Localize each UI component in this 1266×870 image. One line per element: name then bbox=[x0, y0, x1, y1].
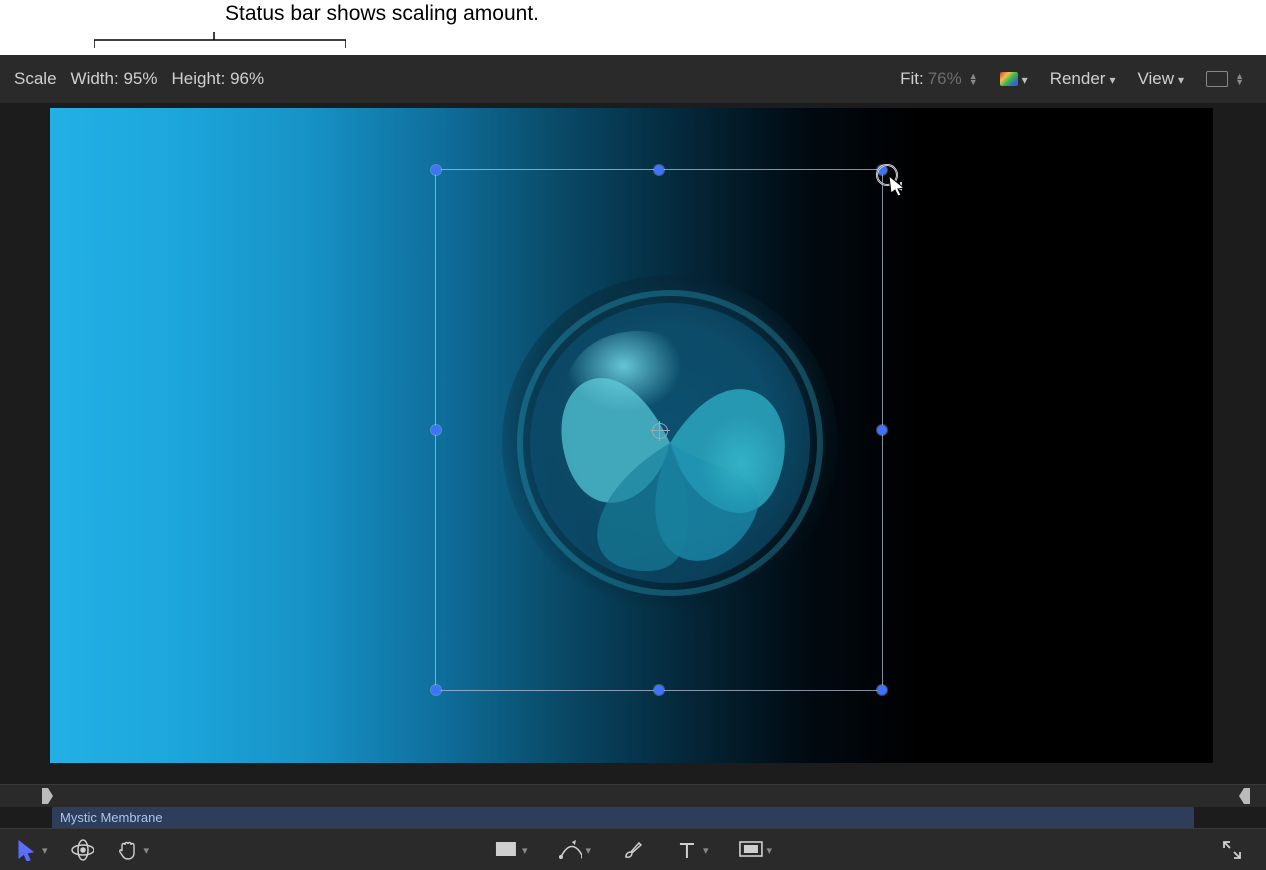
stepper-icon: ▲▼ bbox=[1235, 73, 1244, 85]
height-readout: Height: 96% bbox=[171, 69, 264, 89]
rainbow-swatch-icon bbox=[1000, 72, 1018, 86]
callout-bracket bbox=[94, 30, 346, 50]
callout-label: Status bar shows scaling amount. bbox=[225, 2, 539, 26]
canvas-area bbox=[0, 103, 1266, 785]
mask-tool[interactable]: ▾ bbox=[739, 838, 773, 862]
scale-cursor-icon bbox=[874, 162, 908, 196]
render-menu[interactable]: Render ▾ bbox=[1050, 69, 1116, 89]
expand-arrows-icon bbox=[1220, 838, 1244, 862]
resize-handle-ml[interactable] bbox=[431, 425, 441, 435]
paint-tool[interactable] bbox=[621, 838, 645, 862]
horizontal-scrollbar[interactable] bbox=[0, 784, 1266, 807]
width-label: Width: bbox=[71, 69, 119, 88]
play-range-start-marker[interactable] bbox=[40, 787, 54, 805]
tool-toolbar: ▾ ▾ ▾ bbox=[0, 828, 1266, 870]
selection-bounding-box[interactable] bbox=[435, 169, 883, 691]
fit-value: 76% bbox=[928, 69, 962, 89]
scale-label: Scale bbox=[14, 69, 57, 89]
view-layout-menu[interactable]: ▲▼ bbox=[1206, 71, 1244, 87]
chevron-down-icon: ▾ bbox=[144, 844, 150, 857]
3d-transform-tool[interactable] bbox=[70, 838, 94, 862]
rectangle-mask-icon bbox=[739, 838, 763, 862]
resize-handle-tm[interactable] bbox=[654, 165, 664, 175]
chevron-down-icon: ▾ bbox=[522, 844, 528, 857]
select-tool[interactable]: ▾ bbox=[14, 838, 48, 862]
brush-icon bbox=[621, 838, 645, 862]
height-value: 96% bbox=[230, 69, 264, 88]
chevron-down-icon: ▾ bbox=[1022, 73, 1028, 87]
view-menu[interactable]: View ▾ bbox=[1138, 69, 1185, 89]
canvas-viewer[interactable] bbox=[50, 108, 1213, 763]
resize-handle-mr[interactable] bbox=[877, 425, 887, 435]
layer-name: Mystic Membrane bbox=[60, 810, 163, 825]
orbit-3d-icon bbox=[70, 838, 94, 862]
chevron-down-icon: ▾ bbox=[1178, 73, 1184, 87]
resize-handle-bl[interactable] bbox=[431, 685, 441, 695]
scale-readout: Scale Width: 95% Height: 96% bbox=[0, 69, 264, 89]
mini-timeline: Mystic Membrane bbox=[0, 807, 1266, 829]
rect-frame-icon bbox=[1206, 71, 1228, 87]
pen-path-icon bbox=[557, 838, 581, 862]
hand-icon bbox=[116, 838, 140, 862]
width-value: 95% bbox=[123, 69, 157, 88]
chevron-down-icon: ▾ bbox=[767, 844, 773, 857]
anchor-point-icon[interactable] bbox=[652, 423, 668, 439]
chevron-down-icon: ▾ bbox=[703, 844, 709, 857]
rectangle-icon bbox=[494, 838, 518, 862]
fit-zoom-control[interactable]: Fit: 76% ▲▼ bbox=[900, 69, 978, 89]
view-label: View bbox=[1138, 69, 1175, 89]
color-channels-menu[interactable]: ▾ bbox=[1000, 72, 1028, 86]
chevron-down-icon: ▾ bbox=[585, 844, 591, 857]
text-tool[interactable]: ▾ bbox=[675, 838, 709, 862]
chevron-down-icon: ▾ bbox=[42, 844, 48, 857]
timeline-layer-chip[interactable]: Mystic Membrane bbox=[52, 807, 1194, 829]
status-toolbar: Scale Width: 95% Height: 96% Fit: 76% ▲▼… bbox=[0, 55, 1266, 104]
play-range-end-marker[interactable] bbox=[1238, 787, 1252, 805]
pan-tool[interactable]: ▾ bbox=[116, 838, 150, 862]
shape-tool[interactable]: ▾ bbox=[494, 838, 528, 862]
pen-tool[interactable]: ▾ bbox=[557, 838, 591, 862]
resize-handle-tl[interactable] bbox=[431, 165, 441, 175]
width-readout: Width: 95% bbox=[71, 69, 158, 89]
stepper-icon: ▲▼ bbox=[969, 73, 978, 85]
chevron-down-icon: ▾ bbox=[1109, 73, 1115, 87]
resize-handle-br[interactable] bbox=[877, 685, 887, 695]
render-label: Render bbox=[1050, 69, 1106, 89]
height-label: Height: bbox=[171, 69, 225, 88]
fit-label: Fit: bbox=[900, 69, 924, 89]
app-frame: Scale Width: 95% Height: 96% Fit: 76% ▲▼… bbox=[0, 55, 1266, 870]
arrow-cursor-icon bbox=[14, 838, 38, 862]
expand-window-button[interactable] bbox=[1220, 838, 1244, 862]
resize-handle-bm[interactable] bbox=[654, 685, 664, 695]
text-t-icon bbox=[675, 838, 699, 862]
